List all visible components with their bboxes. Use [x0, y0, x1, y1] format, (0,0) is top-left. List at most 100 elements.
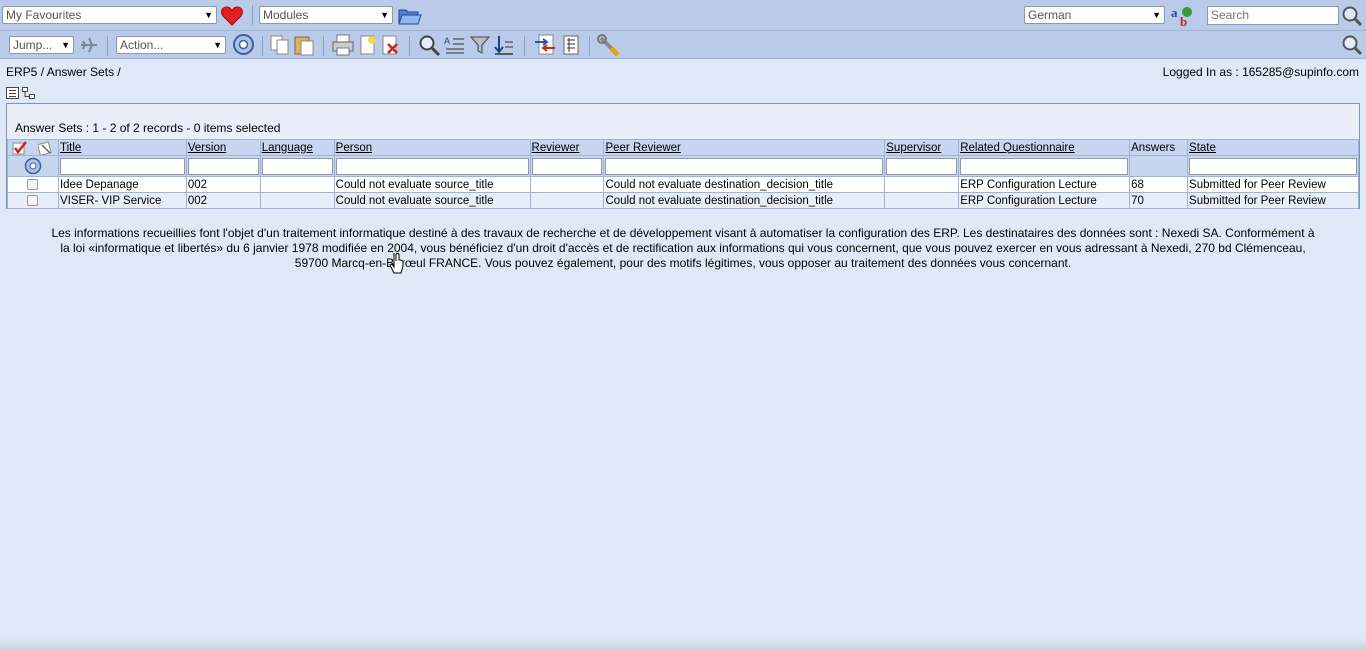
- heart-icon[interactable]: [221, 6, 243, 26]
- cell-language[interactable]: [259, 192, 335, 209]
- column-related-questionnaire-label: Related Questionnaire: [960, 141, 1075, 154]
- legal-notice-line: la loi «informatique et libertés» du 6 j…: [60, 241, 1306, 255]
- zoom-icon[interactable]: [1341, 34, 1363, 56]
- cell-person[interactable]: Could not evaluate source_title: [333, 192, 531, 209]
- filter-icon[interactable]: [469, 34, 491, 56]
- separator: [262, 36, 263, 56]
- filter-language-input[interactable]: [261, 157, 333, 175]
- row-select-cell: [7, 192, 59, 209]
- find-icon[interactable]: [418, 34, 441, 57]
- cell-version[interactable]: 002: [185, 176, 261, 193]
- breadcrumb-current-link[interactable]: Answer Sets: [47, 65, 114, 79]
- cell-answers[interactable]: 68: [1129, 176, 1189, 193]
- legal-notice-line: 59700 Marcq-en-Barœul FRANCE. Vous pouve…: [294, 256, 1072, 270]
- filter-peer-reviewer-input[interactable]: [605, 157, 884, 175]
- filter-peer-reviewer-cell: [603, 155, 886, 177]
- print-icon[interactable]: [331, 34, 355, 56]
- filter-person-cell: [333, 155, 531, 177]
- top-navigation-bar: My Favourites ▼ Modules ▼ German ▼ a b S…: [0, 0, 1366, 31]
- column-header-reviewer[interactable]: Reviewer: [529, 139, 605, 156]
- column-header-title[interactable]: Title: [57, 139, 187, 156]
- chevron-down-icon: ▼: [213, 40, 222, 50]
- jump-select-value: Jump...: [13, 38, 53, 52]
- cell-related-questionnaire[interactable]: ERP Configuration Lecture: [958, 192, 1131, 209]
- delete-icon[interactable]: [380, 34, 400, 56]
- answer-sets-listbox: Answer Sets : 1 - 2 of 2 records - 0 ite…: [6, 103, 1360, 209]
- new-document-icon[interactable]: [358, 34, 378, 56]
- report-icon[interactable]: [561, 34, 581, 56]
- configure-icon[interactable]: [597, 34, 621, 56]
- cell-supervisor[interactable]: [884, 192, 960, 209]
- jump-icon[interactable]: [79, 35, 99, 55]
- table-row[interactable]: Idee Depanage 002 Could not evaluate sou…: [7, 176, 1359, 193]
- sort-descending-icon[interactable]: [493, 34, 515, 56]
- cell-language[interactable]: [259, 176, 335, 193]
- cell-state[interactable]: Submitted for Peer Review: [1187, 192, 1359, 209]
- paste-icon[interactable]: [293, 34, 315, 56]
- logged-in-label: Logged In as : 165285@supinfo.com: [1162, 65, 1359, 79]
- jump-select[interactable]: Jump... ▼: [9, 36, 74, 54]
- separator: [524, 36, 525, 56]
- filter-language-cell: [259, 155, 335, 177]
- filter-title-input[interactable]: [59, 157, 185, 175]
- cell-peer-reviewer[interactable]: Could not evaluate destination_decision_…: [603, 192, 886, 209]
- cell-related-questionnaire[interactable]: ERP Configuration Lecture: [958, 176, 1131, 193]
- filter-reviewer-cell: [529, 155, 605, 177]
- action-select[interactable]: Action... ▼: [116, 36, 226, 54]
- column-header-supervisor[interactable]: Supervisor: [884, 139, 960, 156]
- filter-supervisor-input[interactable]: [886, 157, 958, 175]
- cell-title[interactable]: VISER- VIP Service: [57, 192, 187, 209]
- table-row[interactable]: VISER- VIP Service 002 Could not evaluat…: [7, 192, 1359, 209]
- search-input[interactable]: Search: [1207, 6, 1339, 25]
- language-select[interactable]: German ▼: [1024, 6, 1165, 24]
- filter-row: [7, 155, 1359, 177]
- refresh-filter-icon[interactable]: [24, 157, 42, 175]
- column-header-person[interactable]: Person: [333, 139, 531, 156]
- folder-open-icon[interactable]: [398, 6, 422, 26]
- column-header-state[interactable]: State: [1187, 139, 1359, 156]
- import-export-icon[interactable]: [533, 34, 557, 56]
- filter-version-input[interactable]: [187, 157, 259, 175]
- cell-version[interactable]: 002: [185, 192, 261, 209]
- filter-title-cell: [57, 155, 187, 177]
- filter-state-input[interactable]: [1189, 157, 1357, 175]
- check-all-icon[interactable]: [12, 140, 28, 155]
- cell-title[interactable]: Idee Depanage: [57, 176, 187, 193]
- language-icon[interactable]: a b: [1170, 4, 1194, 28]
- column-header-peer-reviewer[interactable]: Peer Reviewer: [603, 139, 886, 156]
- chevron-down-icon: ▼: [61, 40, 70, 50]
- cell-state[interactable]: Submitted for Peer Review: [1187, 176, 1359, 193]
- filter-related-questionnaire-input[interactable]: [960, 157, 1129, 175]
- cell-answers[interactable]: 70: [1129, 192, 1189, 209]
- legal-notice-line: Les informations recueillies font l'obje…: [51, 226, 1315, 240]
- search-icon[interactable]: [1341, 5, 1363, 27]
- separator: [589, 36, 590, 56]
- breadcrumb-root-link[interactable]: ERP5: [6, 65, 37, 79]
- modules-select[interactable]: Modules ▼: [259, 6, 393, 24]
- filter-person-input[interactable]: [335, 157, 529, 175]
- column-header-language[interactable]: Language: [259, 139, 335, 156]
- sort-icon[interactable]: A: [444, 34, 466, 56]
- chevron-down-icon: ▼: [1152, 10, 1161, 20]
- cell-reviewer[interactable]: [529, 176, 605, 193]
- cell-peer-reviewer[interactable]: Could not evaluate destination_decision_…: [603, 176, 886, 193]
- listbox-header: Answer Sets : 1 - 2 of 2 records - 0 ite…: [15, 121, 280, 135]
- column-header-answers: Answers: [1129, 139, 1189, 156]
- list-mode-icon[interactable]: [6, 87, 20, 100]
- cell-reviewer[interactable]: [529, 192, 605, 209]
- separator: [107, 36, 108, 56]
- uncheck-all-icon[interactable]: [36, 140, 54, 155]
- cell-person[interactable]: Could not evaluate source_title: [333, 176, 531, 193]
- row-checkbox[interactable]: [27, 194, 39, 206]
- cell-supervisor[interactable]: [884, 176, 960, 193]
- favourites-select[interactable]: My Favourites ▼: [2, 6, 217, 24]
- action-run-icon[interactable]: [232, 33, 255, 56]
- filter-supervisor-cell: [884, 155, 960, 177]
- filter-reviewer-input[interactable]: [531, 157, 603, 175]
- action-select-value: Action...: [120, 38, 164, 52]
- tree-mode-icon[interactable]: [22, 87, 36, 100]
- column-header-version[interactable]: Version: [185, 139, 261, 156]
- column-header-related-questionnaire[interactable]: Related Questionnaire: [958, 139, 1131, 156]
- copy-icon[interactable]: [269, 34, 291, 56]
- row-checkbox[interactable]: [27, 178, 39, 190]
